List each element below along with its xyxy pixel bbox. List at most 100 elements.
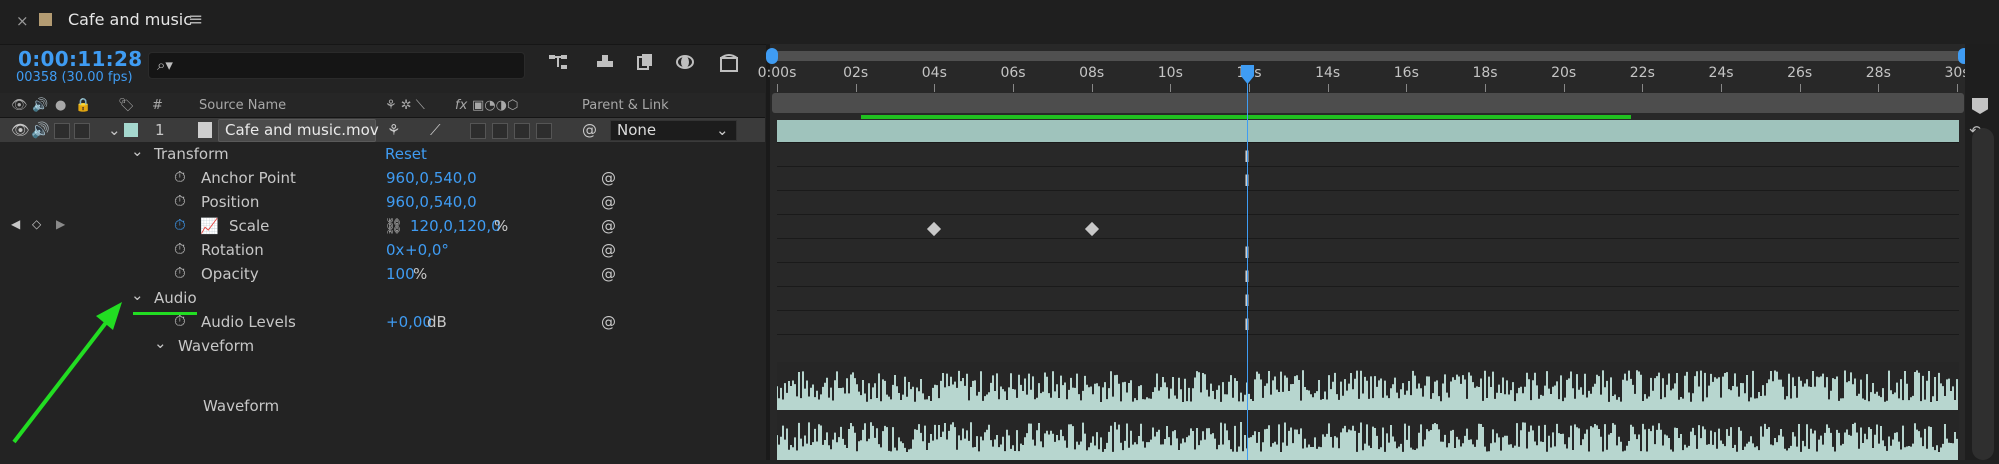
composition-flowchart-icon[interactable] — [545, 52, 571, 76]
audio-underline-annotation — [133, 312, 197, 315]
motion-blur-icon[interactable] — [716, 52, 742, 76]
layer-visibility-icon[interactable]: 👁 — [11, 121, 30, 139]
position-stopwatch-icon[interactable]: ⏱ — [174, 192, 186, 210]
transform-group-row[interactable]: ⌄ Transform Reset — [0, 142, 765, 166]
scale-value[interactable]: 120,0,120,0 — [410, 217, 501, 235]
source-name-column-header[interactable]: Source Name — [199, 98, 286, 113]
scale-label: Scale — [229, 217, 270, 235]
pick-whip-icon[interactable]: @ — [582, 121, 597, 139]
layer-lock-toggle[interactable] — [74, 123, 90, 139]
opacity-stopwatch-icon[interactable]: ⏱ — [174, 264, 186, 282]
anchor-point-pickwhip-icon[interactable]: @ — [601, 169, 616, 187]
position-label: Position — [201, 193, 260, 211]
ruler-tick — [1957, 84, 1958, 92]
time-ruler[interactable]: 0:00s02s04s06s08s10s12s14s16s18s20s22s24… — [758, 62, 1970, 92]
anchor-point-stopwatch-icon[interactable]: ⏱ — [174, 168, 186, 186]
work-area-bar[interactable] — [772, 93, 1964, 113]
ruler-tick-label: 06s — [1000, 65, 1026, 81]
audio-levels-pickwhip-icon[interactable]: @ — [601, 313, 616, 331]
layer-name-box[interactable]: Cafe and music.mov — [218, 119, 379, 142]
audio-label: Audio — [154, 289, 197, 307]
shy-layers-icon[interactable] — [632, 52, 658, 76]
shy-switch-icon[interactable]: ⚘ — [387, 121, 400, 139]
layer-duration-bar[interactable] — [777, 120, 1959, 142]
vertical-scrollbar[interactable] — [1972, 128, 1994, 460]
current-time-indicator-head[interactable] — [1240, 65, 1255, 85]
label-column-icon[interactable]: 🏷 — [118, 98, 135, 113]
add-keyframe-icon[interactable]: ◇ — [32, 217, 41, 231]
composition-tab-title[interactable]: Cafe and music — [68, 10, 192, 29]
position-pickwhip-icon[interactable]: @ — [601, 193, 616, 211]
frame-blend-switch[interactable] — [492, 123, 508, 139]
track-divider — [777, 334, 1959, 335]
ruler-tick — [1013, 84, 1014, 92]
rotation-revolutions-value[interactable]: 0x — [386, 241, 404, 259]
number-column-header[interactable]: # — [152, 98, 163, 113]
layer-column-header: 👁 🔊 ● 🔒 🏷 # Source Name ⚘ ✲ ⟍ fx ▣◔◑⬡ Pa… — [0, 93, 765, 118]
time-navigator-bar[interactable] — [772, 51, 1964, 61]
search-layers-field[interactable]: ⌕▾ — [148, 52, 525, 79]
ruler-tick-label: 10s — [1157, 65, 1183, 81]
scale-row: ◀ ◇ ▶ ⏱ 📈 Scale ⛓ 120,0,120,0 % @ — [0, 214, 765, 238]
parent-link-column-header[interactable]: Parent & Link — [582, 98, 669, 113]
ruler-tick — [1721, 84, 1722, 92]
effects-column-header[interactable]: fx — [455, 98, 467, 113]
lock-column-icon[interactable]: 🔒 — [75, 98, 91, 113]
layer-solo-toggle[interactable] — [54, 123, 70, 139]
ruler-tick-label: 22s — [1629, 65, 1655, 81]
opacity-value[interactable]: 100 — [386, 265, 415, 283]
layer-expand-chevron-icon[interactable]: ⌄ — [108, 121, 121, 139]
track-divider — [777, 214, 1959, 215]
ruler-tick — [777, 84, 778, 92]
frame-blending-icon[interactable] — [672, 52, 698, 76]
position-value[interactable]: 960,0,540,0 — [386, 193, 477, 211]
audio-levels-value[interactable]: +0,00 — [386, 313, 432, 331]
audio-waveform — [776, 362, 1959, 460]
adjustment-switch[interactable] — [536, 123, 552, 139]
waveform-expand-chevron-icon[interactable]: ⌄ — [154, 334, 167, 352]
video-column-icon[interactable]: 👁 — [11, 98, 28, 113]
quality-switch-icon[interactable]: ⟋ — [430, 121, 441, 139]
layer-name[interactable]: Cafe and music.mov — [225, 121, 379, 139]
ruler-tick-label: 24s — [1708, 65, 1734, 81]
rotation-label: Rotation — [201, 241, 264, 259]
parent-select[interactable]: None ⌄ — [610, 120, 737, 141]
close-tab-icon[interactable]: × — [16, 12, 29, 30]
previous-keyframe-icon[interactable]: ◀ — [11, 217, 20, 231]
audio-column-icon[interactable]: 🔊 — [32, 98, 48, 113]
layer-label-color[interactable] — [124, 123, 138, 137]
anchor-point-value[interactable]: 960,0,540,0 — [386, 169, 477, 187]
parent-select-value: None — [617, 121, 657, 139]
ruler-tick-label: 26s — [1787, 65, 1813, 81]
current-time-indicator-line[interactable] — [1247, 70, 1248, 460]
rotation-degrees-value[interactable]: +0,0° — [405, 241, 449, 259]
transform-expand-chevron-icon[interactable]: ⌄ — [131, 142, 144, 160]
current-time-display[interactable]: 0:00:11:28 — [18, 47, 142, 71]
opacity-label: Opacity — [201, 265, 259, 283]
scale-pickwhip-icon[interactable]: @ — [601, 217, 616, 235]
layer-row[interactable]: 👁 🔊 ⌄ 1 Cafe and music.mov ⚘ ⟋ @ None ⌄ — [0, 118, 765, 142]
next-keyframe-icon[interactable]: ▶ — [56, 217, 65, 231]
draft-3d-icon[interactable] — [592, 52, 618, 76]
solo-column-icon[interactable]: ● — [55, 98, 66, 113]
rotation-pickwhip-icon[interactable]: @ — [601, 241, 616, 259]
blending-switches-icons: ▣◔◑⬡ — [472, 98, 519, 113]
transform-reset-link[interactable]: Reset — [385, 145, 427, 163]
ruler-tick — [934, 84, 936, 92]
ruler-tick — [1249, 84, 1250, 92]
rotation-stopwatch-icon[interactable]: ⏱ — [174, 240, 186, 258]
effect-switch[interactable] — [470, 123, 486, 139]
ruler-tick — [1878, 84, 1880, 92]
constrain-proportions-link-icon[interactable]: ⛓ — [384, 217, 403, 235]
anchor-point-label: Anchor Point — [201, 169, 296, 187]
scale-stopwatch-icon[interactable]: ⏱ — [174, 216, 186, 234]
panel-menu-icon[interactable]: ≡ — [188, 9, 203, 30]
opacity-pickwhip-icon[interactable]: @ — [601, 265, 616, 283]
waveform-label: Waveform — [203, 397, 280, 415]
search-input[interactable] — [189, 55, 513, 77]
footage-file-icon — [198, 122, 212, 138]
graph-editor-icon[interactable]: 📈 — [200, 217, 219, 235]
layer-audio-icon[interactable]: 🔊 — [31, 121, 50, 139]
ruler-tick — [1563, 84, 1565, 92]
motion-blur-switch[interactable] — [514, 123, 530, 139]
